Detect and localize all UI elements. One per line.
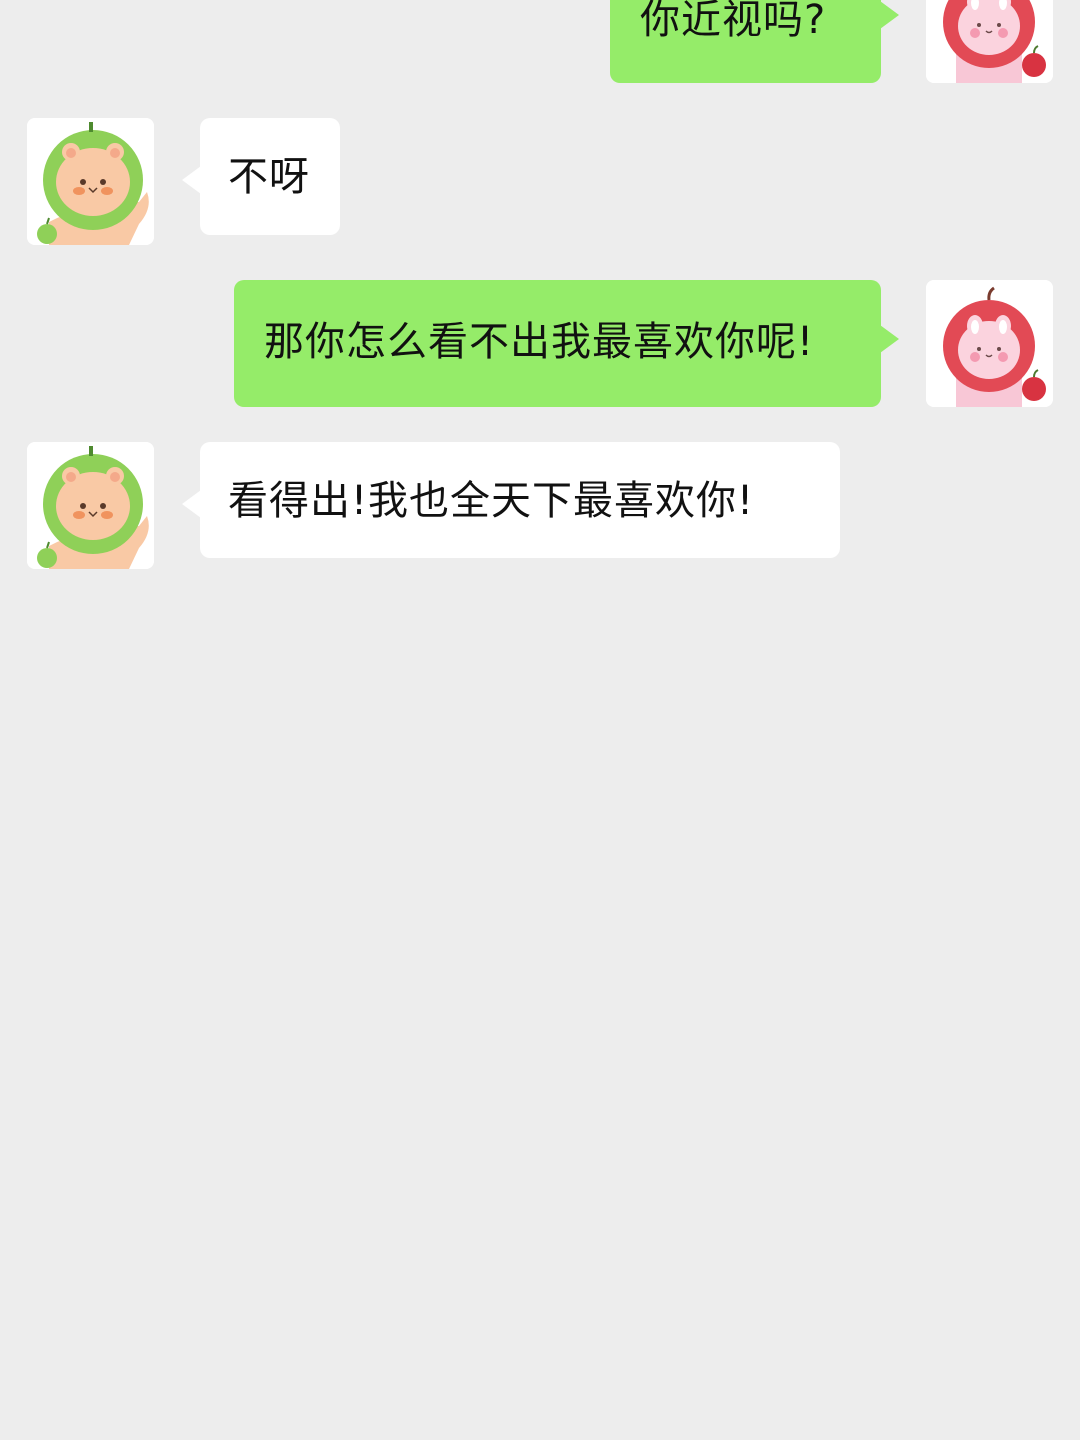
message-text: 你近视吗?: [640, 0, 827, 43]
avatar-me[interactable]: [926, 280, 1053, 407]
message-text: 不呀: [228, 154, 310, 200]
green-apple-bear-icon: [27, 118, 154, 245]
red-apple-bunny-icon: [926, 280, 1053, 407]
green-apple-bear-icon: [27, 442, 154, 569]
message-bubble-sent[interactable]: 你近视吗?: [610, 0, 899, 83]
message-bubble-received[interactable]: 不呀: [182, 118, 340, 235]
message-bubble-sent[interactable]: 那你怎么看不出我最喜欢你呢!: [234, 280, 899, 407]
chat-message-list[interactable]: 你近视吗? 不呀 那你怎么看不出我最喜欢你呢! 看得出!我也全天下最喜欢你!: [0, 0, 1080, 1440]
message-bubble-received[interactable]: 看得出!我也全天下最喜欢你!: [182, 442, 840, 558]
message-text: 那你怎么看不出我最喜欢你呢!: [264, 319, 815, 365]
avatar-contact[interactable]: [27, 442, 154, 569]
avatar-contact[interactable]: [27, 118, 154, 245]
message-text: 看得出!我也全天下最喜欢你!: [228, 478, 755, 524]
red-apple-bunny-icon: [926, 0, 1053, 83]
avatar-me[interactable]: [926, 0, 1053, 83]
